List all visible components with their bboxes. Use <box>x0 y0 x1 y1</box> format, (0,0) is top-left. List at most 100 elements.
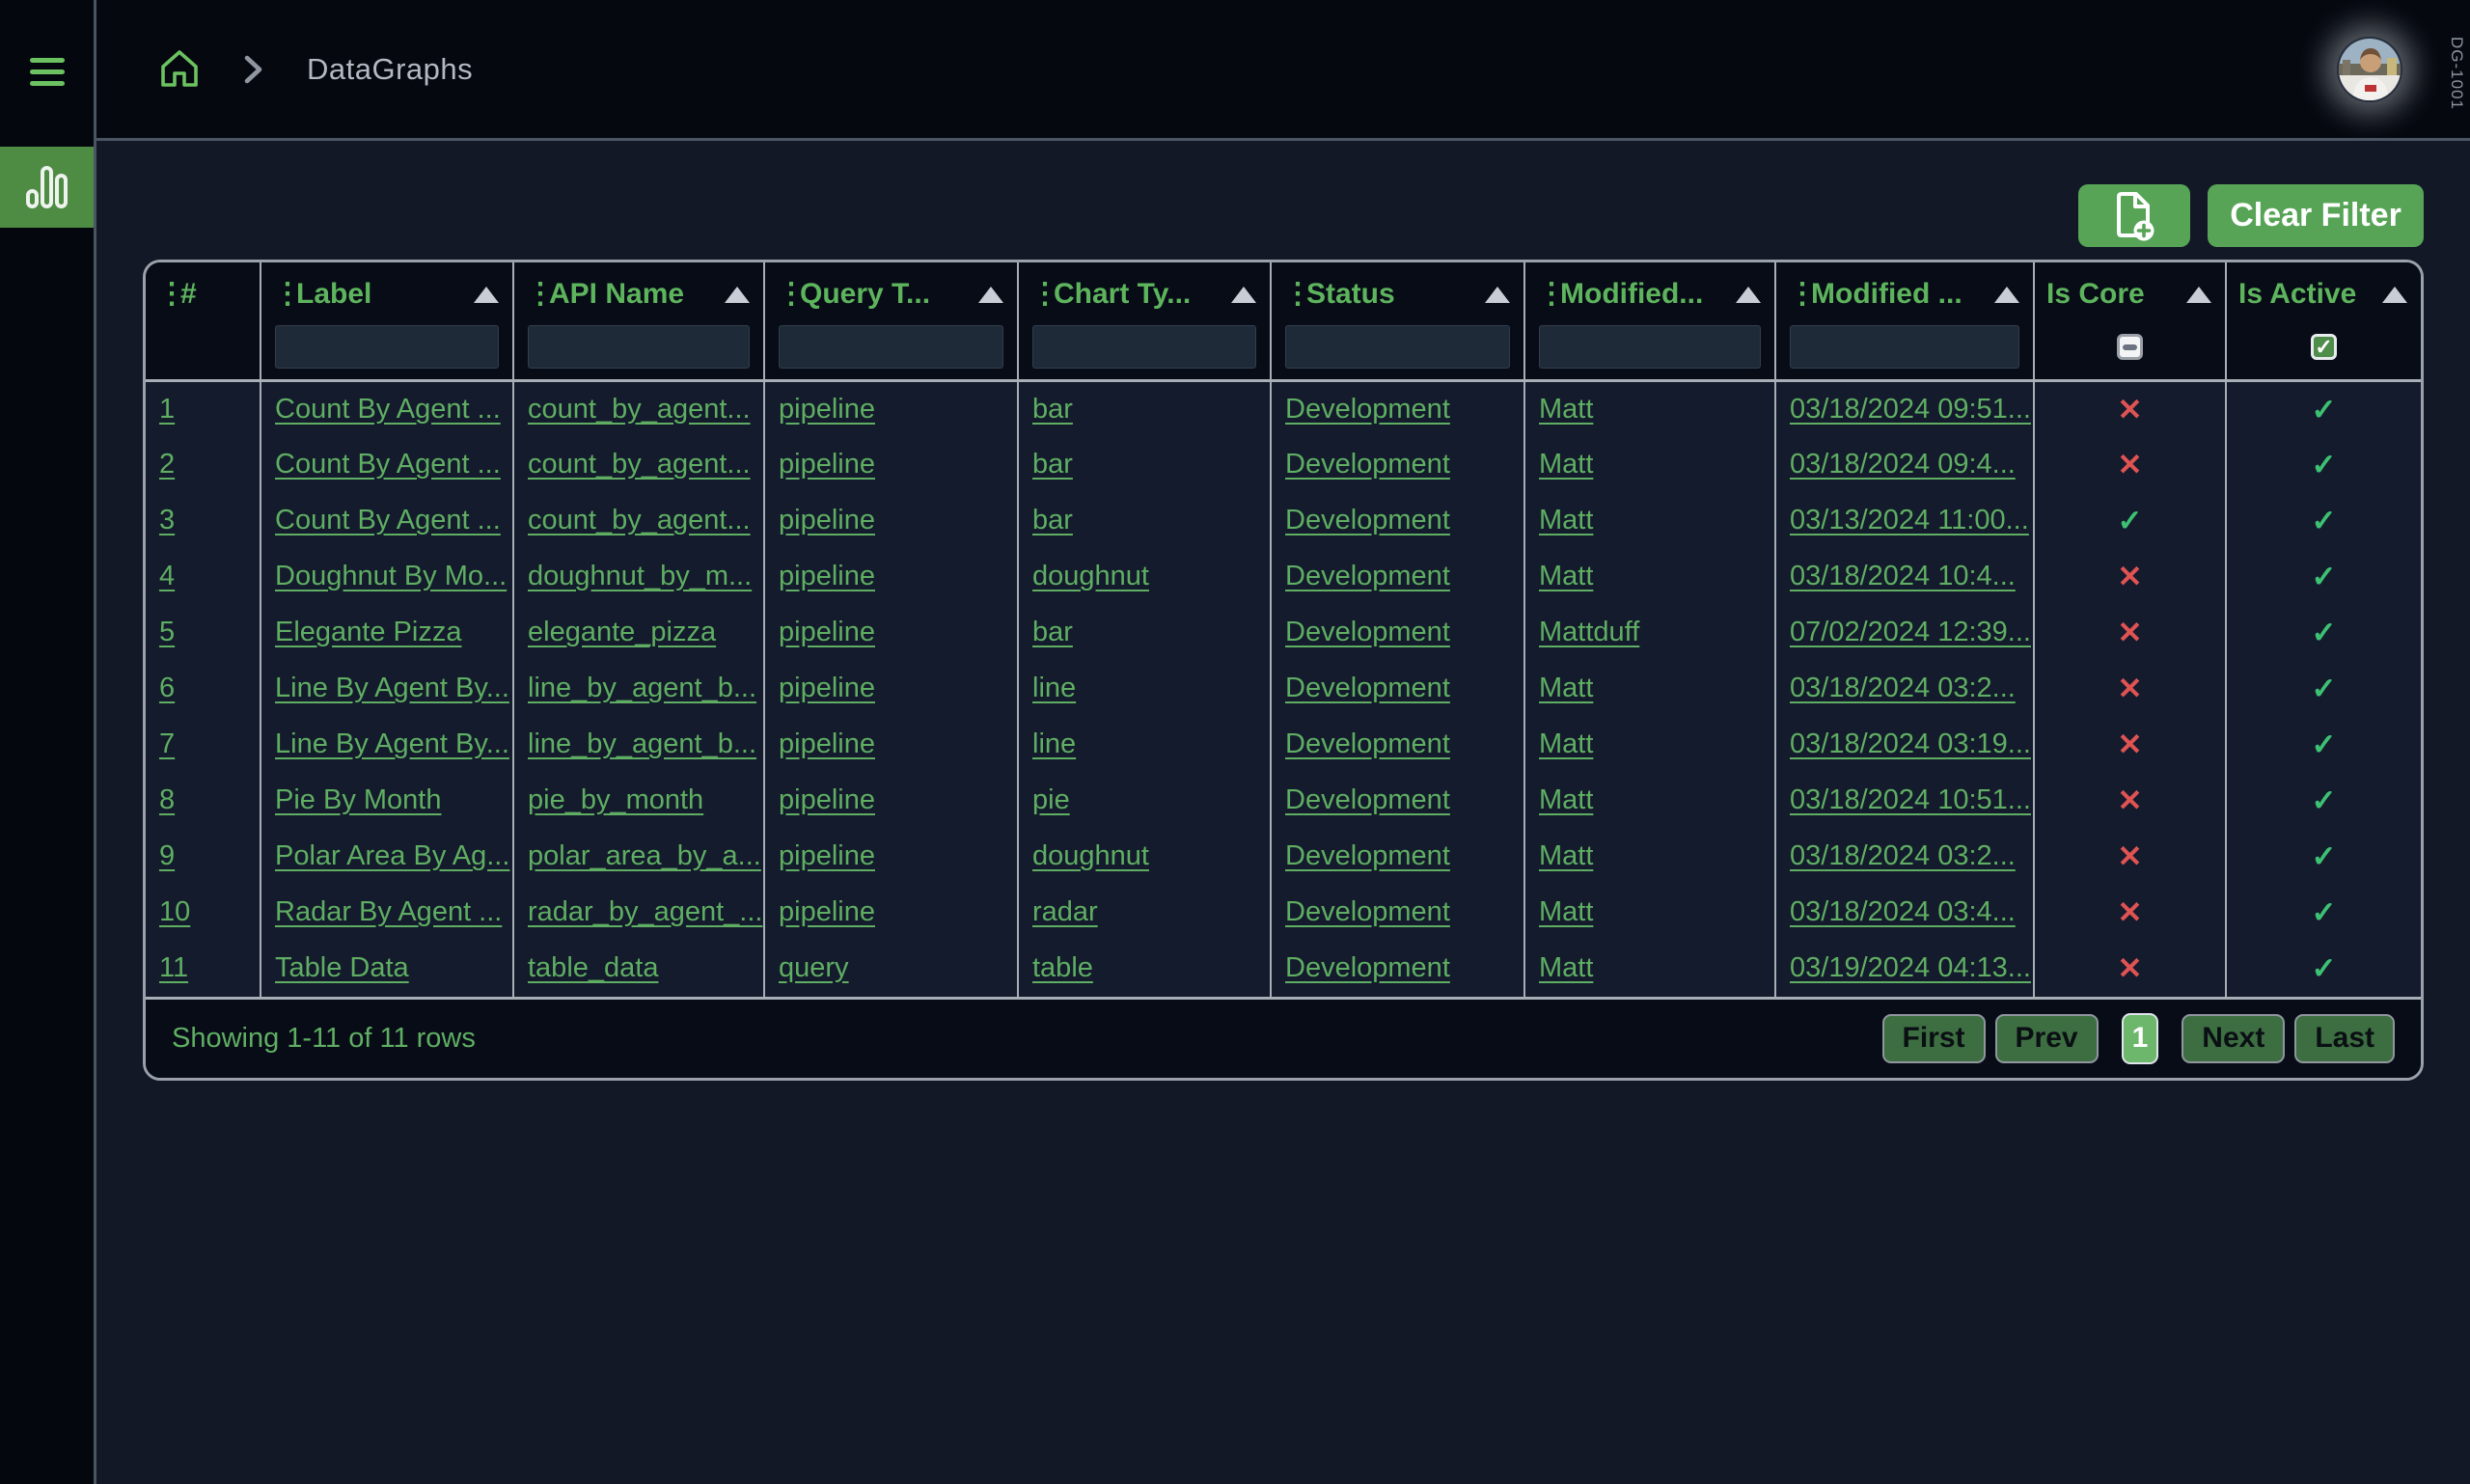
api-name-link[interactable]: elegante_pizza <box>528 617 716 647</box>
drag-handle-icon[interactable]: ⋮ <box>273 280 302 309</box>
status-link[interactable]: Development <box>1285 561 1450 591</box>
pagination-next-button[interactable]: Next <box>2182 1013 2286 1063</box>
sort-asc-icon[interactable] <box>1736 286 1761 303</box>
status-link[interactable]: Development <box>1285 617 1450 647</box>
row-number-link[interactable]: 1 <box>159 394 175 425</box>
query-type-filter-input[interactable] <box>779 325 1003 369</box>
row-number-link[interactable]: 6 <box>159 673 175 703</box>
drag-handle-icon[interactable]: ⋮ <box>526 280 555 309</box>
status-link[interactable]: Development <box>1285 449 1450 480</box>
modified-on-link[interactable]: 03/18/2024 03:2... <box>1790 840 2016 871</box>
api-name-link[interactable]: doughnut_by_m... <box>528 561 752 591</box>
query-type-link[interactable]: pipeline <box>779 449 875 480</box>
sidebar-item-datagraphs[interactable] <box>0 147 94 228</box>
sort-asc-icon[interactable] <box>474 286 499 303</box>
chart-type-filter-input[interactable] <box>1032 325 1256 369</box>
column-header-chart-sort[interactable]: ⋮ Chart Ty... <box>1019 262 1270 320</box>
chart-type-link[interactable]: radar <box>1032 896 1098 927</box>
modified-by-link[interactable]: Matt <box>1539 896 1593 927</box>
row-number-link[interactable]: 8 <box>159 784 175 815</box>
query-type-link[interactable]: query <box>779 952 849 983</box>
chart-type-link[interactable]: line <box>1032 673 1076 703</box>
modified-by-link[interactable]: Matt <box>1539 505 1593 536</box>
row-number-link[interactable]: 11 <box>159 952 188 983</box>
row-number-link[interactable]: 5 <box>159 617 175 647</box>
column-header-modified-by-sort[interactable]: ⋮ Modified... <box>1525 262 1774 320</box>
add-datagraph-button[interactable] <box>2078 184 2190 247</box>
column-header-modified-on-sort[interactable]: ⋮ Modified ... <box>1776 262 2033 320</box>
modified-by-link[interactable]: Matt <box>1539 728 1593 759</box>
query-type-link[interactable]: pipeline <box>779 896 875 927</box>
column-header-label-sort[interactable]: ⋮ Label <box>261 262 512 320</box>
chart-type-link[interactable]: bar <box>1032 505 1073 536</box>
is-core-filter-checkbox[interactable]: ✓ <box>2117 334 2143 360</box>
chart-type-link[interactable]: bar <box>1032 617 1073 647</box>
query-type-link[interactable]: pipeline <box>779 561 875 591</box>
sort-asc-icon[interactable] <box>725 286 750 303</box>
row-number-link[interactable]: 9 <box>159 840 175 871</box>
modified-on-link[interactable]: 03/18/2024 09:51... <box>1790 394 2031 425</box>
chart-type-link[interactable]: doughnut <box>1032 840 1149 871</box>
sort-asc-icon[interactable] <box>1231 286 1256 303</box>
label-link[interactable]: Pie By Month <box>275 784 441 815</box>
modified-by-link[interactable]: Matt <box>1539 561 1593 591</box>
modified-by-link[interactable]: Matt <box>1539 394 1593 425</box>
sort-asc-icon[interactable] <box>2186 286 2211 303</box>
sort-asc-icon[interactable] <box>2382 286 2407 303</box>
status-filter-input[interactable] <box>1285 325 1510 369</box>
modified-on-link[interactable]: 03/18/2024 10:51... <box>1790 784 2031 815</box>
modified-on-link[interactable]: 03/19/2024 04:13... <box>1790 952 2031 983</box>
column-header-query-sort[interactable]: ⋮ Query T... <box>765 262 1017 320</box>
chart-type-link[interactable]: bar <box>1032 449 1073 480</box>
hamburger-menu-icon[interactable] <box>29 58 65 86</box>
drag-handle-icon[interactable]: ⋮ <box>1788 280 1817 309</box>
column-header-api-sort[interactable]: ⋮ API Name <box>514 262 763 320</box>
label-link[interactable]: Polar Area By Ag... <box>275 840 509 871</box>
modified-by-link[interactable]: Matt <box>1539 952 1593 983</box>
pagination-prev-button[interactable]: Prev <box>1994 1013 2099 1063</box>
label-link[interactable]: Count By Agent ... <box>275 505 501 536</box>
label-link[interactable]: Table Data <box>275 952 409 983</box>
pagination-first-button[interactable]: First <box>1881 1013 1986 1063</box>
query-type-link[interactable]: pipeline <box>779 840 875 871</box>
modified-by-link[interactable]: Matt <box>1539 840 1593 871</box>
status-link[interactable]: Development <box>1285 728 1450 759</box>
label-link[interactable]: Count By Agent ... <box>275 394 501 425</box>
modified-on-link[interactable]: 03/13/2024 11:00... <box>1790 505 2029 536</box>
api-name-link[interactable]: radar_by_agent_... <box>528 896 762 927</box>
query-type-link[interactable]: pipeline <box>779 673 875 703</box>
label-filter-input[interactable] <box>275 325 499 369</box>
row-number-link[interactable]: 3 <box>159 505 175 536</box>
status-link[interactable]: Development <box>1285 840 1450 871</box>
home-icon[interactable] <box>158 48 201 91</box>
pagination-last-button[interactable]: Last <box>2294 1013 2395 1063</box>
chart-type-link[interactable]: bar <box>1032 394 1073 425</box>
modified-on-link[interactable]: 03/18/2024 03:2... <box>1790 673 2016 703</box>
is-active-filter-checkbox[interactable]: ✓ <box>2311 334 2337 360</box>
api-name-link[interactable]: line_by_agent_b... <box>528 728 756 759</box>
drag-handle-icon[interactable]: ⋮ <box>777 280 806 309</box>
drag-handle-icon[interactable]: ⋮ <box>1537 280 1566 309</box>
label-link[interactable]: Radar By Agent ... <box>275 896 502 927</box>
status-link[interactable]: Development <box>1285 896 1450 927</box>
modified-on-link[interactable]: 03/18/2024 10:4... <box>1790 561 2016 591</box>
status-link[interactable]: Development <box>1285 394 1450 425</box>
row-number-link[interactable]: 10 <box>159 896 190 927</box>
api-name-link[interactable]: table_data <box>528 952 658 983</box>
label-link[interactable]: Line By Agent By... <box>275 673 509 703</box>
query-type-link[interactable]: pipeline <box>779 505 875 536</box>
status-link[interactable]: Development <box>1285 784 1450 815</box>
status-link[interactable]: Development <box>1285 505 1450 536</box>
modified-on-link[interactable]: 03/18/2024 03:4... <box>1790 896 2016 927</box>
modified-on-link[interactable]: 07/02/2024 12:39... <box>1790 617 2031 647</box>
chart-type-link[interactable]: line <box>1032 728 1076 759</box>
label-link[interactable]: Count By Agent ... <box>275 449 501 480</box>
modified-on-link[interactable]: 03/18/2024 03:19... <box>1790 728 2031 759</box>
api-name-link[interactable]: polar_area_by_a... <box>528 840 761 871</box>
api-name-link[interactable]: line_by_agent_b... <box>528 673 756 703</box>
modified-by-link[interactable]: Mattduff <box>1539 617 1639 647</box>
query-type-link[interactable]: pipeline <box>779 728 875 759</box>
row-number-link[interactable]: 2 <box>159 449 175 480</box>
modified-on-link[interactable]: 03/18/2024 09:4... <box>1790 449 2016 480</box>
chart-type-link[interactable]: pie <box>1032 784 1070 815</box>
